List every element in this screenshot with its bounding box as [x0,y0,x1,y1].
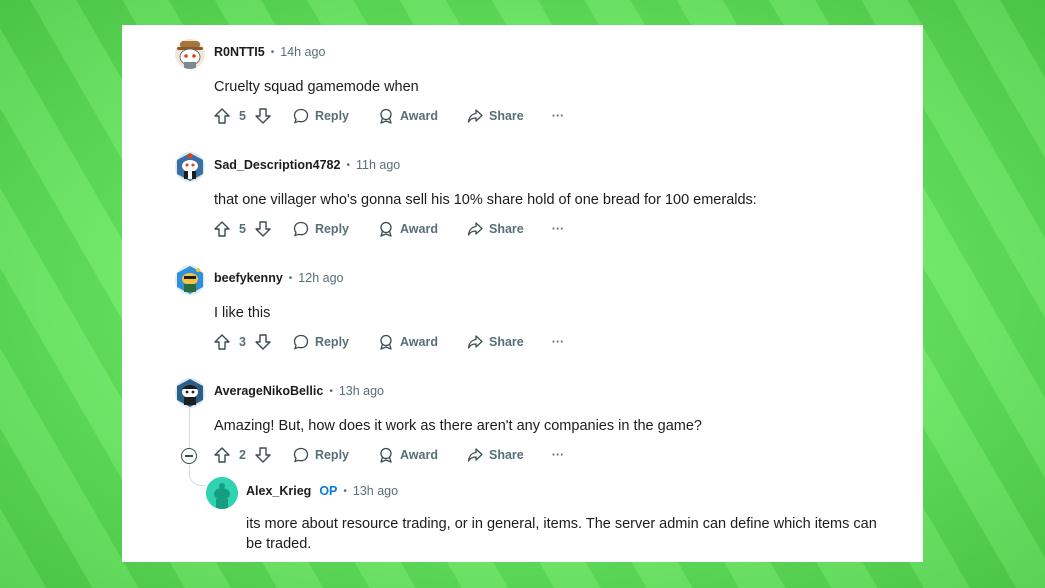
award-icon [377,107,395,125]
award-label: Award [400,448,438,462]
vote-count: 3 [239,335,246,349]
comment-time[interactable]: 14h ago [280,45,325,59]
award-label: Award [400,109,438,123]
reply-label: Reply [314,335,349,349]
award-icon [377,333,395,351]
vote-count: 5 [239,109,246,123]
award-label: Award [400,222,438,236]
collapse-thread-button[interactable] [181,448,197,464]
award-button[interactable]: Award [377,107,438,125]
comment-actions: 3 Reply Award Share ··· [213,330,564,354]
share-label: Share [488,335,524,349]
comment-author[interactable]: Sad_Description4782 [214,158,340,172]
reply-time[interactable]: 13h ago [353,484,398,498]
award-button[interactable]: Award [377,446,438,464]
user-avatar[interactable] [175,378,205,408]
share-button[interactable]: Share [466,107,524,125]
op-badge: OP [319,484,338,498]
award-label: Award [400,335,438,349]
share-icon [466,333,484,351]
separator-dot: • [270,46,275,58]
reply-label: Reply [314,222,349,236]
comment-time[interactable]: 12h ago [298,271,343,285]
downvote-icon[interactable] [254,446,272,464]
separator-dot: • [346,159,350,171]
award-button[interactable]: Award [377,220,438,238]
comment-author[interactable]: R0NTTI5 [214,45,265,59]
comment-body: Cruelty squad gamemode when [214,79,419,95]
downvote-icon[interactable] [254,107,272,125]
reply-button[interactable]: Reply [292,107,349,125]
comment-author[interactable]: AverageNikoBellic [214,384,323,398]
comment-body: I like this [214,305,271,321]
reply-button[interactable]: Reply [292,220,349,238]
speech-bubble-icon [292,333,310,351]
comment-actions: 5 Reply Award Share ··· [213,217,564,241]
upvote-icon[interactable] [213,107,231,125]
speech-bubble-icon [292,446,310,464]
speech-bubble-icon [292,220,310,238]
downvote-icon[interactable] [254,333,272,351]
reply-button[interactable]: Reply [292,446,349,464]
vote-count: 5 [239,222,246,236]
share-icon [466,220,484,238]
more-options-icon[interactable]: ··· [552,222,565,236]
separator-dot: • [343,485,347,497]
thread-line [189,408,190,448]
reply-label: Reply [314,448,349,462]
user-avatar[interactable] [175,39,205,69]
comment-time[interactable]: 11h ago [356,158,400,172]
downvote-icon[interactable] [254,220,272,238]
user-avatar[interactable] [175,265,205,295]
separator-dot: • [288,272,293,284]
comment-body: that one villager who's gonna sell his 1… [214,192,757,208]
upvote-icon[interactable] [213,446,231,464]
more-options-icon[interactable]: ··· [552,335,565,349]
reply-button[interactable]: Reply [292,333,349,351]
share-button[interactable]: Share [466,220,524,238]
comment-author[interactable]: beefykenny [214,271,283,285]
share-icon [466,107,484,125]
award-button[interactable]: Award [377,333,438,351]
user-avatar[interactable] [175,152,205,182]
award-icon [377,446,395,464]
reply-author[interactable]: Alex_Krieg [246,484,311,498]
award-icon [377,220,395,238]
reply-body: its more about resource trading, or in g… [246,516,877,552]
comment-time[interactable]: 13h ago [339,384,384,398]
separator-dot: • [329,385,333,397]
more-options-icon[interactable]: ··· [552,109,565,123]
reply-connector [189,465,206,486]
comment-actions: 2 Reply Award Share ··· [213,443,564,467]
comment-actions: 5 Reply Award Share ··· [213,104,564,128]
share-icon [466,446,484,464]
share-label: Share [488,222,524,236]
upvote-icon[interactable] [213,220,231,238]
comment-body: Amazing! But, how does it work as there … [214,418,702,434]
speech-bubble-icon [292,107,310,125]
more-options-icon[interactable]: ··· [552,448,565,462]
share-label: Share [488,109,524,123]
user-avatar[interactable] [206,477,238,509]
share-button[interactable]: Share [466,333,524,351]
upvote-icon[interactable] [213,333,231,351]
reply-label: Reply [314,109,349,123]
vote-count: 2 [239,448,246,462]
comments-panel: R0NTTI5 • 14h ago Cruelty squad gamemode… [122,25,923,562]
share-label: Share [488,448,524,462]
share-button[interactable]: Share [466,446,524,464]
